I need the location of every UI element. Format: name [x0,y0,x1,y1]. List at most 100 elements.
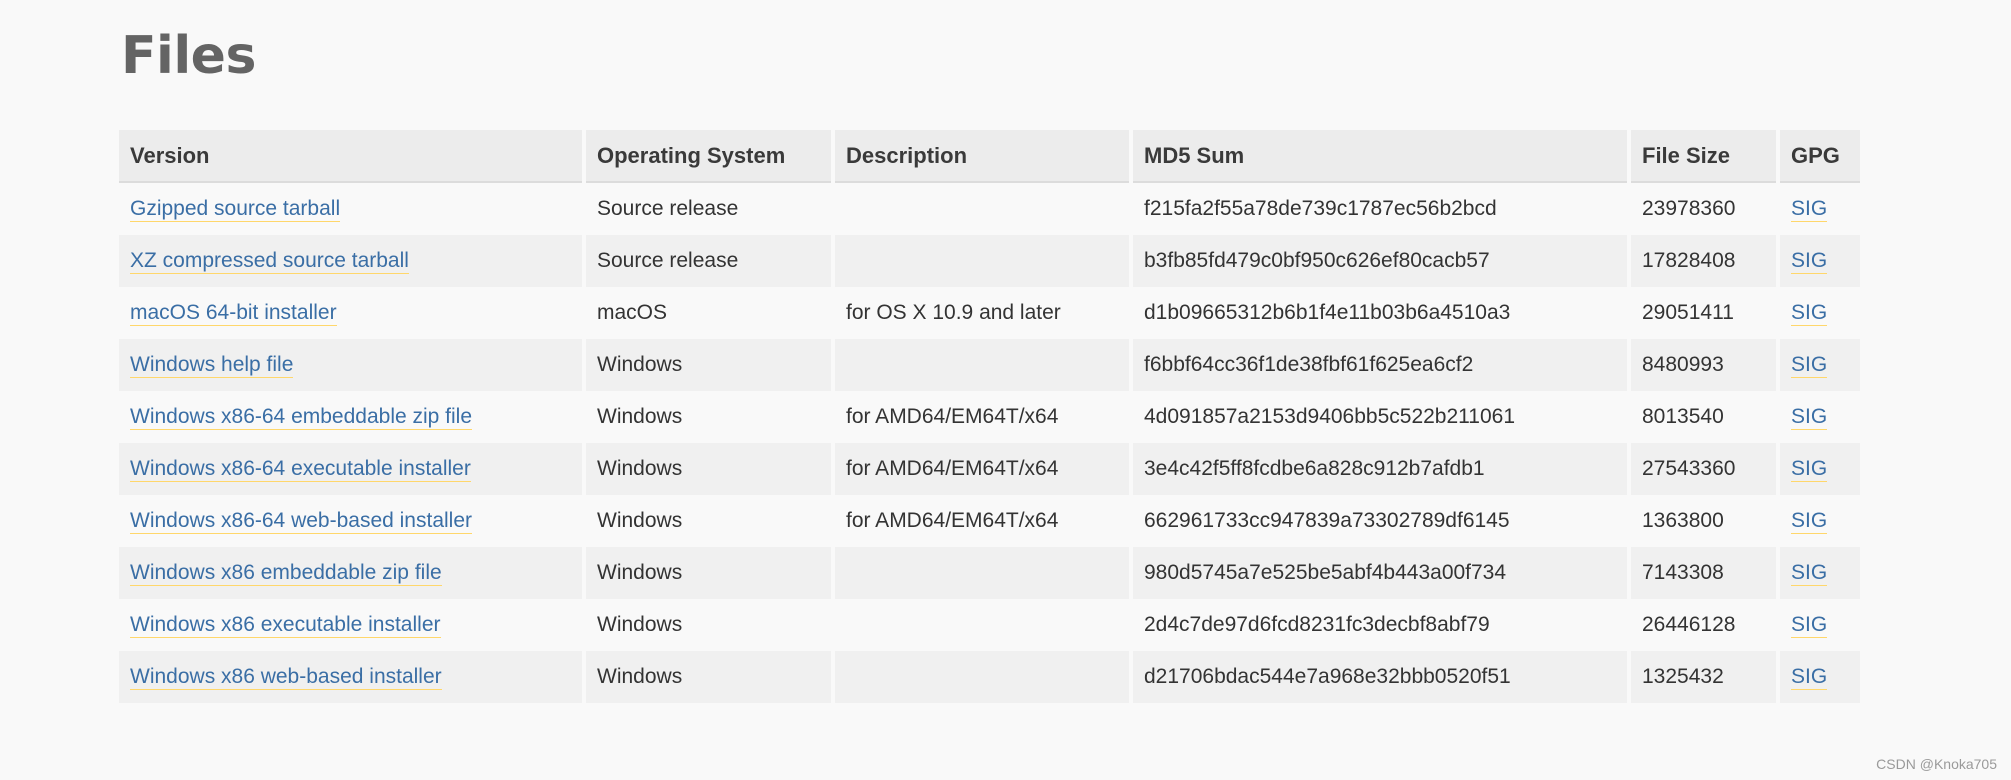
cell-md5-sum: d1b09665312b6b1f4e11b03b6a4510a3 [1133,287,1627,339]
table-row: Windows x86-64 web-based installer Windo… [119,495,1860,547]
table-row: Gzipped source tarball Source release f2… [119,183,1860,235]
cell-version: Windows x86 web-based installer [119,651,582,703]
cell-version: Windows x86-64 web-based installer [119,495,582,547]
table-row: macOS 64-bit installer macOS for OS X 10… [119,287,1860,339]
cell-file-size: 29051411 [1631,287,1776,339]
cell-file-size: 7143308 [1631,547,1776,599]
gpg-signature-link[interactable]: SIG [1791,353,1828,378]
cell-version: Windows x86-64 executable installer [119,443,582,495]
cell-version: Windows x86-64 embeddable zip file [119,391,582,443]
cell-operating-system: Windows [586,339,831,391]
table-row: Windows x86 executable installer Windows… [119,599,1860,651]
cell-description [835,651,1129,703]
header-file-size: File Size [1631,130,1776,183]
table-row: Windows x86-64 executable installer Wind… [119,443,1860,495]
version-download-link[interactable]: Windows x86 embeddable zip file [130,561,442,586]
cell-gpg: SIG [1780,599,1860,651]
cell-gpg: SIG [1780,287,1860,339]
gpg-signature-link[interactable]: SIG [1791,561,1828,586]
cell-operating-system: Source release [586,235,831,287]
cell-operating-system: macOS [586,287,831,339]
cell-file-size: 23978360 [1631,183,1776,235]
version-download-link[interactable]: Windows x86 web-based installer [130,665,442,690]
cell-description: for OS X 10.9 and later [835,287,1129,339]
cell-gpg: SIG [1780,391,1860,443]
cell-md5-sum: f215fa2f55a78de739c1787ec56b2bcd [1133,183,1627,235]
gpg-signature-link[interactable]: SIG [1791,249,1828,274]
cell-gpg: SIG [1780,547,1860,599]
cell-gpg: SIG [1780,183,1860,235]
header-gpg: GPG [1780,130,1860,183]
cell-operating-system: Windows [586,495,831,547]
gpg-signature-link[interactable]: SIG [1791,301,1828,326]
cell-description [835,599,1129,651]
gpg-signature-link[interactable]: SIG [1791,405,1828,430]
cell-md5-sum: f6bbf64cc36f1de38fbf61f625ea6cf2 [1133,339,1627,391]
cell-operating-system: Windows [586,547,831,599]
cell-file-size: 17828408 [1631,235,1776,287]
cell-md5-sum: d21706bdac544e7a968e32bbb0520f51 [1133,651,1627,703]
header-operating-system: Operating System [586,130,831,183]
cell-description [835,183,1129,235]
cell-version: Windows x86 embeddable zip file [119,547,582,599]
cell-file-size: 8480993 [1631,339,1776,391]
gpg-signature-link[interactable]: SIG [1791,197,1828,222]
version-download-link[interactable]: Windows x86-64 web-based installer [130,509,472,534]
cell-gpg: SIG [1780,495,1860,547]
watermark: CSDN @Knoka705 [1876,756,1997,772]
cell-file-size: 26446128 [1631,599,1776,651]
header-version: Version [119,130,582,183]
cell-description: for AMD64/EM64T/x64 [835,495,1129,547]
cell-gpg: SIG [1780,339,1860,391]
header-description: Description [835,130,1129,183]
version-download-link[interactable]: macOS 64-bit installer [130,301,337,326]
cell-version: Windows x86 executable installer [119,599,582,651]
cell-gpg: SIG [1780,651,1860,703]
cell-version: macOS 64-bit installer [119,287,582,339]
cell-operating-system: Windows [586,391,831,443]
cell-md5-sum: b3fb85fd479c0bf950c626ef80cacb57 [1133,235,1627,287]
version-download-link[interactable]: Windows x86-64 executable installer [130,457,471,482]
version-download-link[interactable]: Windows x86 executable installer [130,613,441,638]
version-download-link[interactable]: Gzipped source tarball [130,197,341,222]
gpg-signature-link[interactable]: SIG [1791,613,1828,638]
cell-file-size: 8013540 [1631,391,1776,443]
cell-operating-system: Source release [586,183,831,235]
cell-file-size: 27543360 [1631,443,1776,495]
table-row: Windows help file Windows f6bbf64cc36f1d… [119,339,1860,391]
cell-operating-system: Windows [586,443,831,495]
cell-gpg: SIG [1780,235,1860,287]
cell-md5-sum: 3e4c42f5ff8fcdbe6a828c912b7afdb1 [1133,443,1627,495]
cell-version: Gzipped source tarball [119,183,582,235]
gpg-signature-link[interactable]: SIG [1791,509,1828,534]
downloads-page: Files Version Operating System Descripti… [0,0,2011,780]
cell-gpg: SIG [1780,443,1860,495]
version-download-link[interactable]: Windows help file [130,353,294,378]
table-row: Windows x86-64 embeddable zip file Windo… [119,391,1860,443]
cell-md5-sum: 662961733cc947839a73302789df6145 [1133,495,1627,547]
cell-md5-sum: 4d091857a2153d9406bb5c522b211061 [1133,391,1627,443]
gpg-signature-link[interactable]: SIG [1791,665,1828,690]
version-download-link[interactable]: Windows x86-64 embeddable zip file [130,405,473,430]
cell-description: for AMD64/EM64T/x64 [835,391,1129,443]
cell-version: Windows help file [119,339,582,391]
version-download-link[interactable]: XZ compressed source tarball [130,249,409,274]
cell-description [835,547,1129,599]
cell-description [835,339,1129,391]
cell-file-size: 1325432 [1631,651,1776,703]
gpg-signature-link[interactable]: SIG [1791,457,1828,482]
cell-md5-sum: 2d4c7de97d6fcd8231fc3decbf8abf79 [1133,599,1627,651]
header-md5-sum: MD5 Sum [1133,130,1627,183]
files-table-body: Gzipped source tarball Source release f2… [119,183,1860,703]
table-row: Windows x86 embeddable zip file Windows … [119,547,1860,599]
cell-description [835,235,1129,287]
cell-operating-system: Windows [586,599,831,651]
cell-operating-system: Windows [586,651,831,703]
table-row: XZ compressed source tarball Source rele… [119,235,1860,287]
cell-description: for AMD64/EM64T/x64 [835,443,1129,495]
files-table: Version Operating System Description MD5… [115,130,1864,703]
page-title: Files [121,26,256,86]
cell-file-size: 1363800 [1631,495,1776,547]
table-header-row: Version Operating System Description MD5… [119,130,1860,183]
cell-md5-sum: 980d5745a7e525be5abf4b443a00f734 [1133,547,1627,599]
